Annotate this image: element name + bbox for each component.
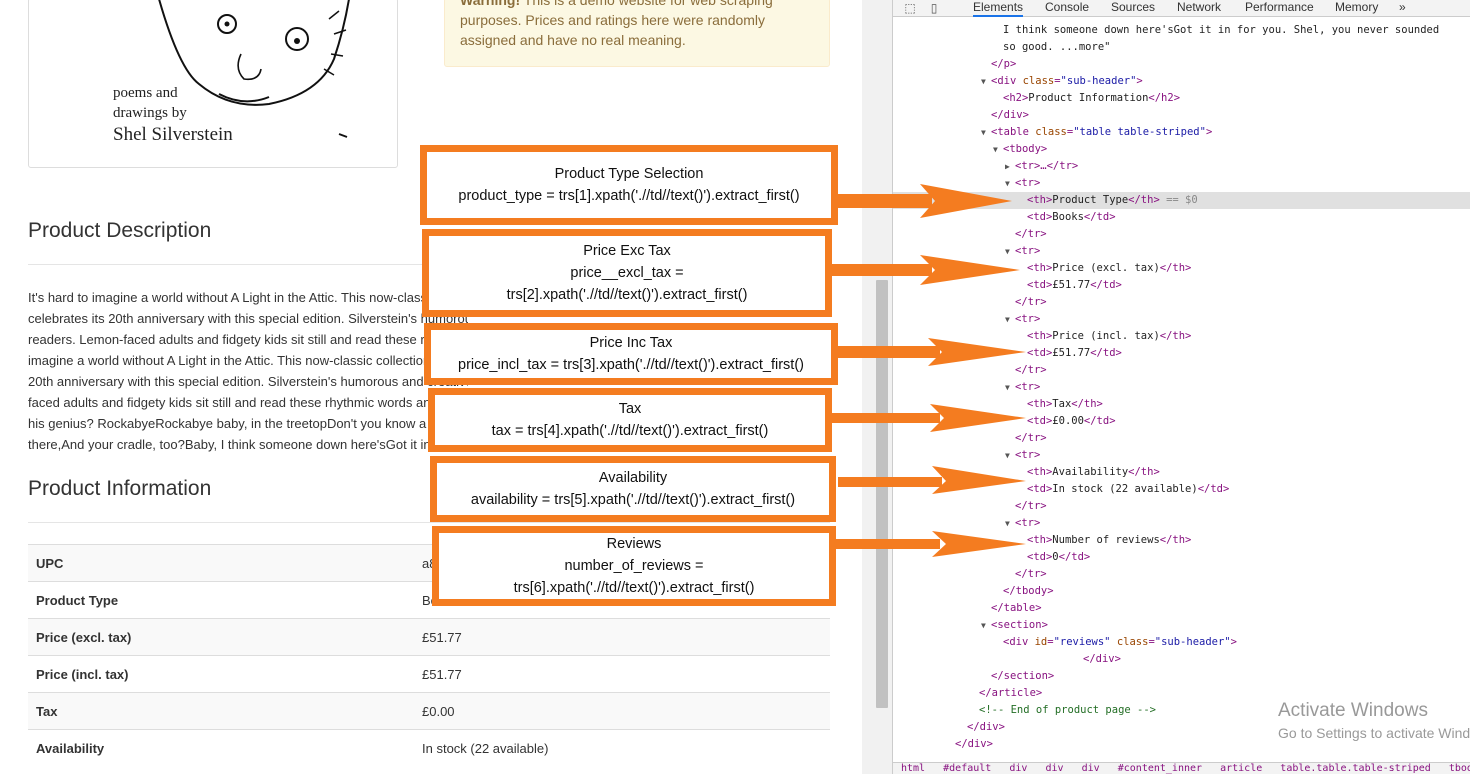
arrow-price-incl — [836, 338, 1026, 366]
arrow-reviews — [836, 531, 1026, 557]
annotation-title: Availability — [598, 470, 668, 486]
annotation-title: Tax — [618, 401, 642, 417]
annotation-code: price_incl_tax = trs[3].xpath('.//td//te… — [458, 357, 804, 373]
arrow-availability — [838, 466, 1026, 494]
annotation-reviews: Reviews number_of_reviews = trs[6].xpath… — [432, 526, 836, 606]
annotation-price-incl-tax: Price Inc Tax price_incl_tax = trs[3].xp… — [424, 323, 838, 385]
annotation-title: Reviews — [606, 536, 662, 552]
annotation-availability: Availability availability = trs[5].xpath… — [430, 456, 836, 522]
annotation-code: trs[2].xpath('.//td//text()').extract_fi… — [506, 287, 748, 303]
annotation-code: availability = trs[5].xpath('.//td//text… — [470, 492, 796, 508]
annotation-arrows — [820, 184, 1026, 557]
annotation-title: Product Type Selection — [554, 166, 704, 182]
arrow-product-type — [836, 184, 1012, 218]
annotation-code: tax = trs[4].xpath('.//td//text()').extr… — [491, 423, 769, 439]
annotation-title: Price Exc Tax — [583, 243, 671, 259]
annotation-product-type: Product Type Selection product_type = tr… — [420, 145, 838, 225]
arrow-price-excl — [820, 255, 1020, 285]
annotation-title: Price Inc Tax — [589, 335, 673, 351]
arrow-tax — [830, 404, 1026, 432]
annotation-price-excl-tax: Price Exc Tax price__excl_tax = trs[2].x… — [422, 229, 832, 317]
annotation-code: number_of_reviews = — [564, 558, 704, 574]
annotation-code: price__excl_tax = — [570, 265, 684, 281]
annotation-code: trs[6].xpath('.//td//text()').extract_fi… — [513, 580, 755, 596]
annotation-tax: Tax tax = trs[4].xpath('.//td//text()').… — [428, 388, 832, 452]
annotation-code: product_type = trs[1].xpath('.//td//text… — [458, 188, 800, 204]
